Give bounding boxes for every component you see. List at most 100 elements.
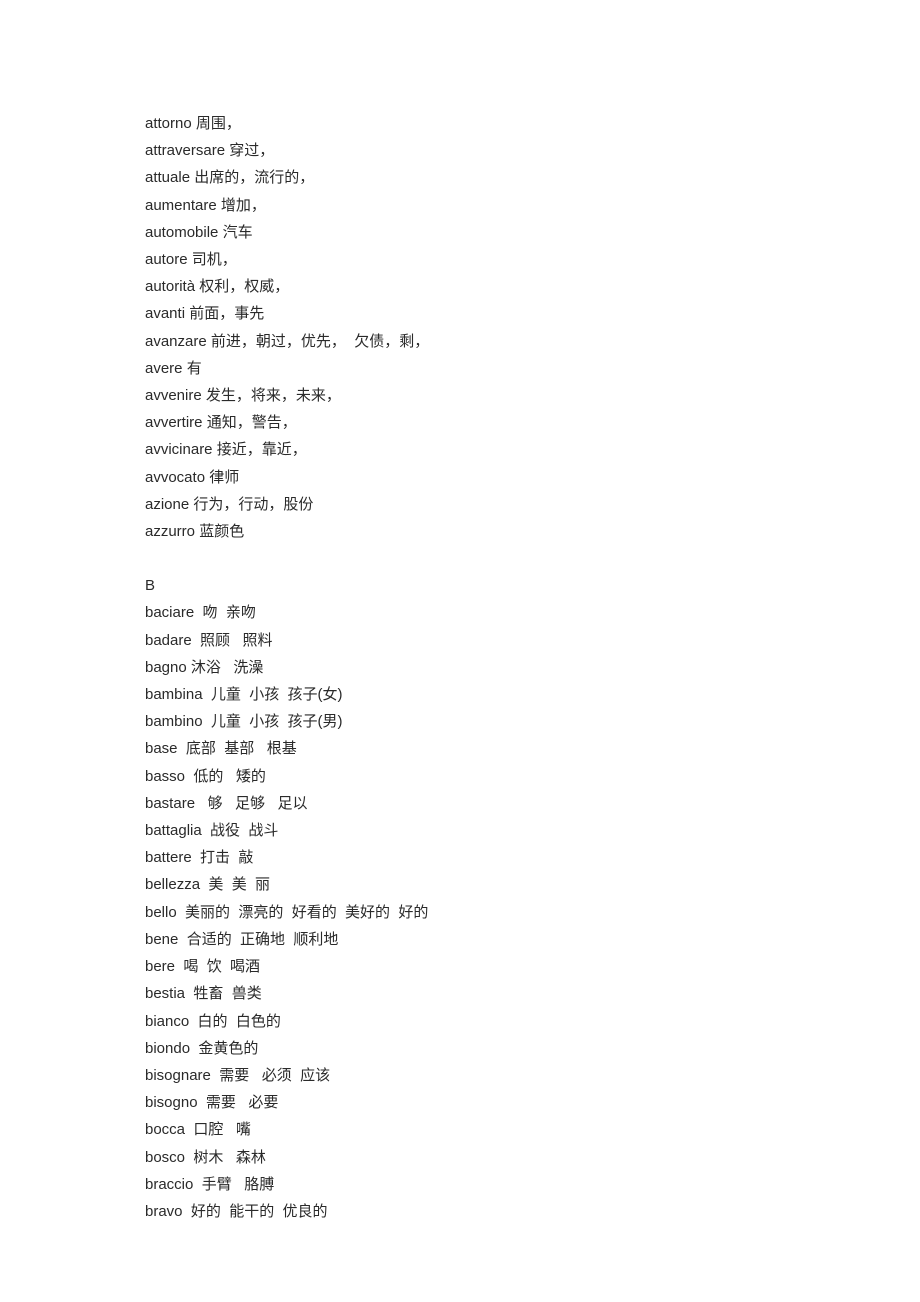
vocab-entry: autorità 权利，权威， [145, 273, 765, 300]
vocab-definition: 手臂 胳膊 [198, 1176, 275, 1193]
vocab-term: badare [145, 632, 192, 649]
vocab-definition: 出席的，流行的， [194, 169, 314, 186]
vocab-definition: 喝 饮 喝酒 [179, 958, 260, 975]
vocab-definition: 有 [187, 360, 202, 377]
vocab-definition: 权利，权威， [199, 278, 289, 295]
vocab-term: automobile [145, 224, 218, 241]
vocab-definition: 美 美 丽 [204, 876, 270, 893]
vocab-term: braccio [145, 1176, 193, 1193]
vocab-entry: azione 行为，行动，股份 [145, 491, 765, 518]
vocab-term: bello [145, 904, 177, 921]
vocab-definition: 需要 必要 [202, 1094, 279, 1111]
vocab-term: bianco [145, 1013, 189, 1030]
vocab-definition: 周围， [196, 115, 241, 132]
vocab-definition: 低的 矮的 [189, 768, 266, 785]
vocab-entry: base 底部 基部 根基 [145, 735, 765, 762]
vocab-entry: avvertire 通知，警告， [145, 409, 765, 436]
vocab-term: battere [145, 849, 192, 866]
vocab-entry: aumentare 增加， [145, 192, 765, 219]
vocab-entry: attraversare 穿过， [145, 137, 765, 164]
vocab-definition: 打击 敲 [196, 849, 254, 866]
vocab-term: biondo [145, 1040, 190, 1057]
vocab-definition: 合适的 正确地 顺利地 [183, 931, 339, 948]
vocab-term: aumentare [145, 197, 217, 214]
vocab-entry: bambina 儿童 小孩 孩子(女) [145, 681, 765, 708]
vocab-term: attorno [145, 115, 192, 132]
vocab-term: bisognare [145, 1067, 211, 1084]
vocab-definition: 战役 战斗 [206, 822, 279, 839]
vocab-definition: 增加， [221, 197, 266, 214]
vocab-entry: bestia 牲畜 兽类 [145, 980, 765, 1007]
vocab-entry: bravo 好的 能干的 优良的 [145, 1198, 765, 1225]
vocab-definition: 金黄色的 [194, 1040, 258, 1057]
vocab-entry: avanti 前面，事先 [145, 300, 765, 327]
vocab-term: autore [145, 251, 188, 268]
vocab-term: avvocato [145, 469, 205, 486]
vocab-term: bambina [145, 686, 203, 703]
vocab-entry: bosco 树木 森林 [145, 1144, 765, 1171]
vocab-term: avanti [145, 305, 185, 322]
vocab-definition: 汽车 [223, 224, 253, 241]
vocab-term: avvicinare [145, 441, 213, 458]
vocab-definition: 穿过， [229, 142, 274, 159]
vocab-definition: 好的 能干的 优良的 [187, 1203, 328, 1220]
vocab-entry: avanzare 前进，朝过，优先， 欠债，剩， [145, 328, 765, 355]
vocab-definition: 牲畜 兽类 [189, 985, 262, 1002]
vocab-term: bosco [145, 1149, 185, 1166]
vocab-term: avere [145, 360, 183, 377]
vocab-entry: attorno 周围， [145, 110, 765, 137]
vocab-definition: 发生，将来，未来， [206, 387, 341, 404]
vocab-definition: 行为，行动，股份 [193, 496, 313, 513]
vocab-definition: 司机， [192, 251, 237, 268]
vocab-entry: attuale 出席的，流行的， [145, 164, 765, 191]
vocab-definition: 树木 森林 [189, 1149, 266, 1166]
vocab-term: bravo [145, 1203, 183, 1220]
vocab-entry: bianco 白的 白色的 [145, 1008, 765, 1035]
vocab-definition: 照顾 照料 [196, 632, 273, 649]
vocab-entry: bene 合适的 正确地 顺利地 [145, 926, 765, 953]
vocab-term: bisogno [145, 1094, 198, 1111]
vocab-term: basso [145, 768, 185, 785]
vocab-entry: bello 美丽的 漂亮的 好看的 美好的 好的 [145, 899, 765, 926]
vocab-definition: 前面，事先 [189, 305, 264, 322]
page-content: attorno 周围，attraversare 穿过，attuale 出席的，流… [0, 0, 765, 1285]
vocab-definition: 美丽的 漂亮的 好看的 美好的 好的 [181, 904, 429, 921]
section-heading: B [145, 572, 765, 599]
vocab-term: azzurro [145, 523, 195, 540]
vocab-entry: bagno 沐浴 洗澡 [145, 654, 765, 681]
vocab-term: bocca [145, 1121, 185, 1138]
vocab-term: avvenire [145, 387, 202, 404]
vocab-definition: 接近，靠近， [217, 441, 307, 458]
vocab-definition: 需要 必须 应该 [215, 1067, 330, 1084]
vocab-definition: 够 足够 足以 [199, 795, 307, 812]
vocab-entry: azzurro 蓝颜色 [145, 518, 765, 545]
vocab-definition: 沐浴 洗澡 [191, 659, 264, 676]
vocab-term: autorità [145, 278, 195, 295]
vocab-entry: avvocato 律师 [145, 464, 765, 491]
vocab-entry: automobile 汽车 [145, 219, 765, 246]
vocab-entry: braccio 手臂 胳膊 [145, 1171, 765, 1198]
vocab-term: avanzare [145, 333, 207, 350]
vocab-entry: bisogno 需要 必要 [145, 1089, 765, 1116]
vocab-term: bellezza [145, 876, 200, 893]
vocab-definition: 儿童 小孩 孩子(女) [207, 686, 343, 703]
vocab-term: bagno [145, 659, 187, 676]
vocab-definition: 儿童 小孩 孩子(男) [207, 713, 343, 730]
vocab-entry: bellezza 美 美 丽 [145, 871, 765, 898]
vocab-term: bere [145, 958, 175, 975]
vocab-definition: 底部 基部 根基 [182, 740, 297, 757]
vocab-entry: biondo 金黄色的 [145, 1035, 765, 1062]
vocab-entry: bisognare 需要 必须 应该 [145, 1062, 765, 1089]
vocab-term: bastare [145, 795, 195, 812]
vocab-entry: avvenire 发生，将来，未来， [145, 382, 765, 409]
vocab-entry: badare 照顾 照料 [145, 627, 765, 654]
vocab-entry: bambino 儿童 小孩 孩子(男) [145, 708, 765, 735]
vocab-definition: 律师 [209, 469, 239, 486]
vocab-entry: battere 打击 敲 [145, 844, 765, 871]
vocab-term: attraversare [145, 142, 225, 159]
vocab-entry: avvicinare 接近，靠近， [145, 436, 765, 463]
vocab-term: base [145, 740, 178, 757]
vocab-term: azione [145, 496, 189, 513]
vocab-entry: autore 司机， [145, 246, 765, 273]
vocab-definition: 吻 亲吻 [198, 604, 256, 621]
